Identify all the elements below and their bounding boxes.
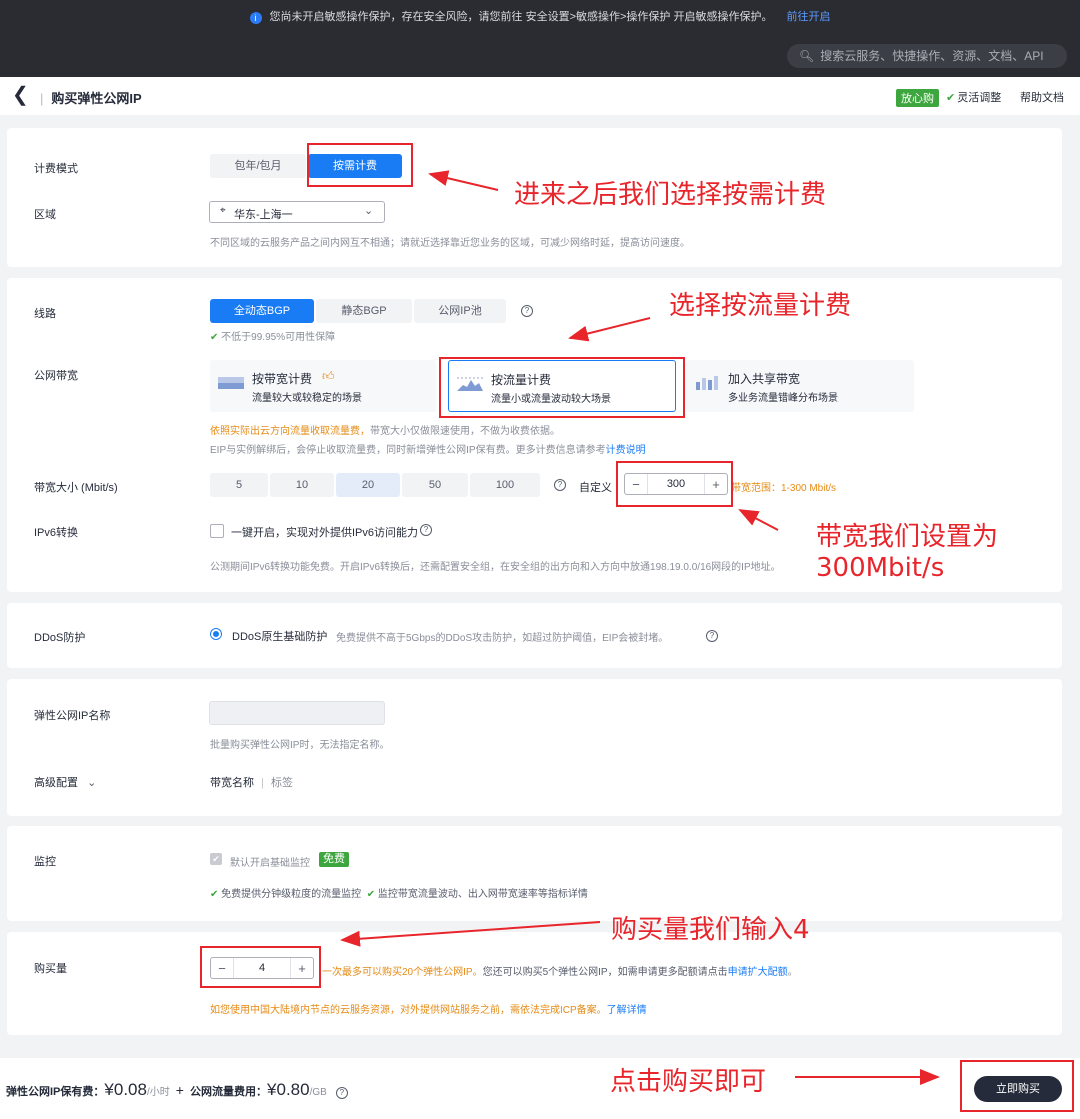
arrow-to-billing: [428, 170, 499, 191]
arrow-to-quantity: [340, 921, 601, 947]
annotation-select-ondemand: 进来之后我们选择按需计费: [514, 180, 827, 210]
annotation-bandwidth-line2: 300Mbit/s: [816, 553, 945, 583]
annotation-bandwidth-line1: 带宽我们设置为: [816, 522, 999, 552]
annotation-click-buy: 点击购买即可: [610, 1067, 767, 1097]
annotation-quantity: 购买量我们输入4: [611, 915, 810, 945]
arrow-to-traffic: [568, 317, 651, 342]
annotation-select-traffic: 选择按流量计费: [669, 291, 852, 321]
arrow-to-bandwidth: [738, 509, 779, 531]
